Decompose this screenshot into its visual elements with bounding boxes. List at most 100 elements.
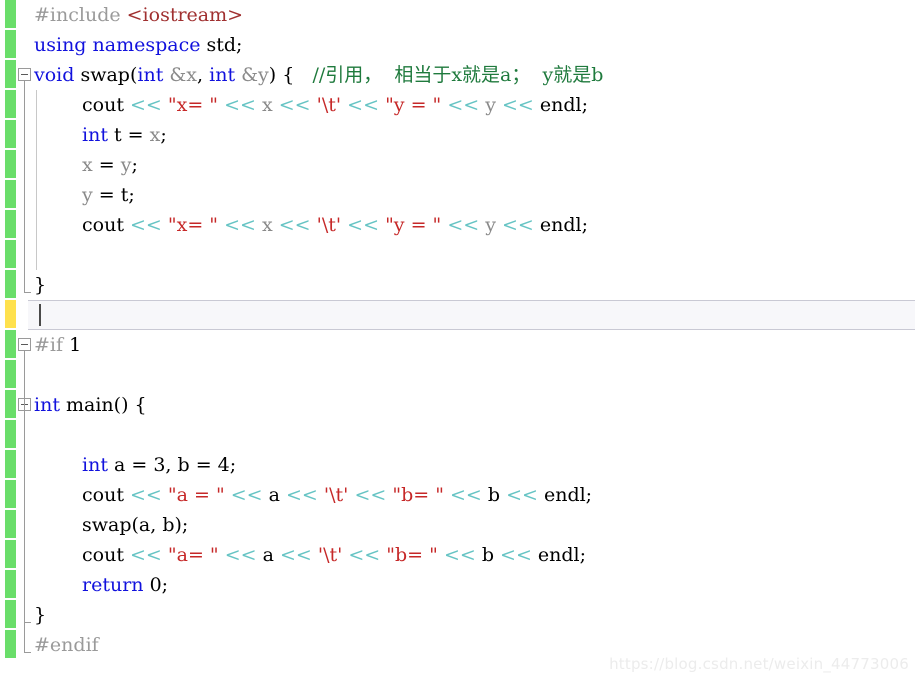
code-token: "y = " <box>385 214 442 236</box>
code-token: 1 <box>69 334 82 356</box>
code-line-text: cout << "x= " << x << '\t' << "y = " << … <box>82 90 588 120</box>
code-line[interactable] <box>0 420 915 450</box>
code-token: y <box>82 184 93 206</box>
code-line-text: swap(a, b); <box>82 510 188 540</box>
code-line-text: int t = x; <box>82 120 167 150</box>
code-token: , b = <box>165 454 218 476</box>
code-line-text: int main() { <box>34 390 147 420</box>
code-token: int <box>82 454 108 476</box>
code-token: '\t' <box>316 94 342 116</box>
code-token: } <box>34 274 47 296</box>
code-token: cout <box>82 544 130 566</box>
code-token: main() { <box>59 394 147 416</box>
code-line[interactable]: int t = x; <box>0 120 915 150</box>
code-line[interactable]: cout << "a= " << a << '\t' << "b= " << b… <box>0 540 915 570</box>
code-token: endl; <box>531 544 587 566</box>
code-token: std; <box>206 34 243 56</box>
code-line[interactable] <box>0 300 915 330</box>
code-token: ; <box>131 154 138 176</box>
code-line[interactable]: #if 1 <box>0 330 915 360</box>
code-token: int <box>137 64 164 86</box>
code-token: << <box>506 484 538 506</box>
code-line-text: int a = 3, b = 4; <box>82 450 236 480</box>
code-line[interactable]: } <box>0 270 915 300</box>
code-token: 4 <box>217 454 230 476</box>
code-token: 0 <box>149 574 162 596</box>
code-token: x <box>261 94 273 116</box>
code-line-text: cout << "a = " << a << '\t' << "b= " << … <box>82 480 592 510</box>
code-token: << <box>130 484 162 506</box>
code-token: , <box>197 64 210 86</box>
code-line[interactable]: cout << "x= " << x << '\t' << "y = " << … <box>0 90 915 120</box>
code-token: ; <box>229 454 237 476</box>
code-token: &y <box>241 64 269 86</box>
code-token: swap( <box>74 64 138 86</box>
code-token: << <box>224 94 256 116</box>
code-token: &x <box>169 64 198 86</box>
code-token: << <box>348 544 381 566</box>
code-line-text: #include <iostream> <box>34 0 243 30</box>
code-token: ; <box>160 124 167 146</box>
code-token: << <box>447 94 480 116</box>
code-token: b <box>481 484 507 506</box>
code-line[interactable]: y = t; <box>0 180 915 210</box>
code-line[interactable]: int main() { <box>0 390 915 420</box>
code-token: x <box>261 214 273 236</box>
code-token: int <box>34 394 60 416</box>
code-token: #if <box>34 334 70 356</box>
code-token: void <box>34 64 75 86</box>
code-token: } <box>34 604 47 626</box>
code-token: return <box>82 574 144 596</box>
code-editor[interactable]: #include <iostream> using namespace std; v… <box>0 0 915 681</box>
code-line-text: x = y; <box>82 150 138 180</box>
code-line[interactable] <box>0 240 915 270</box>
code-line[interactable]: return 0; <box>0 570 915 600</box>
code-line[interactable] <box>0 360 915 390</box>
code-line[interactable]: cout << "x= " << x << '\t' << "y = " << … <box>0 210 915 240</box>
code-line-text: using namespace std; <box>34 30 242 60</box>
code-token: "a= " <box>167 544 219 566</box>
code-line[interactable]: cout << "a = " << a << '\t' << "b= " << … <box>0 480 915 510</box>
code-token: using namespace <box>34 34 207 56</box>
code-line[interactable]: swap(a, b); <box>0 510 915 540</box>
code-token: '\t' <box>323 484 349 506</box>
code-token: << <box>224 214 256 236</box>
code-token: t = <box>107 124 150 146</box>
code-token: << <box>502 214 534 236</box>
code-line-text: cout << "a= " << a << '\t' << "b= " << b… <box>82 540 586 570</box>
code-token: = <box>92 154 121 176</box>
code-token: x <box>149 124 161 146</box>
code-token: << <box>502 94 534 116</box>
code-token: '\t' <box>317 544 343 566</box>
code-line[interactable]: } <box>0 600 915 630</box>
code-token: << <box>447 214 480 236</box>
code-token: #include <box>34 4 127 26</box>
code-line[interactable]: x = y; <box>0 150 915 180</box>
code-line[interactable]: void swap(int &x, int &y) { //引用， 相当于x就是… <box>0 60 915 90</box>
code-token: << <box>443 544 476 566</box>
code-line-text: #if 1 <box>34 330 81 360</box>
code-token: cout <box>82 484 130 506</box>
code-token: y <box>485 94 496 116</box>
code-token: y <box>485 214 496 236</box>
code-token: b <box>475 544 501 566</box>
code-token: cout <box>82 94 130 116</box>
code-token: swap(a, b); <box>82 514 189 536</box>
code-token: << <box>130 214 162 236</box>
code-token: << <box>347 94 380 116</box>
code-line-text: void swap(int &x, int &y) { //引用， 相当于x就是… <box>34 60 603 90</box>
code-token: << <box>130 544 162 566</box>
watermark-url: https://blog.csdn.net/weixin_44773006 <box>609 655 909 673</box>
code-token: int <box>209 64 236 86</box>
code-token: << <box>449 484 482 506</box>
code-token: #endif <box>34 634 99 656</box>
code-line[interactable]: int a = 3, b = 4; <box>0 450 915 480</box>
code-line-text: y = t; <box>82 180 135 210</box>
code-line[interactable]: using namespace std; <box>0 30 915 60</box>
code-token: endl; <box>537 484 593 506</box>
code-token: "b= " <box>392 484 444 506</box>
code-line[interactable]: #include <iostream> <box>0 0 915 30</box>
code-token: ; <box>161 574 169 596</box>
code-token: << <box>500 544 532 566</box>
code-token: "x= " <box>167 214 219 236</box>
